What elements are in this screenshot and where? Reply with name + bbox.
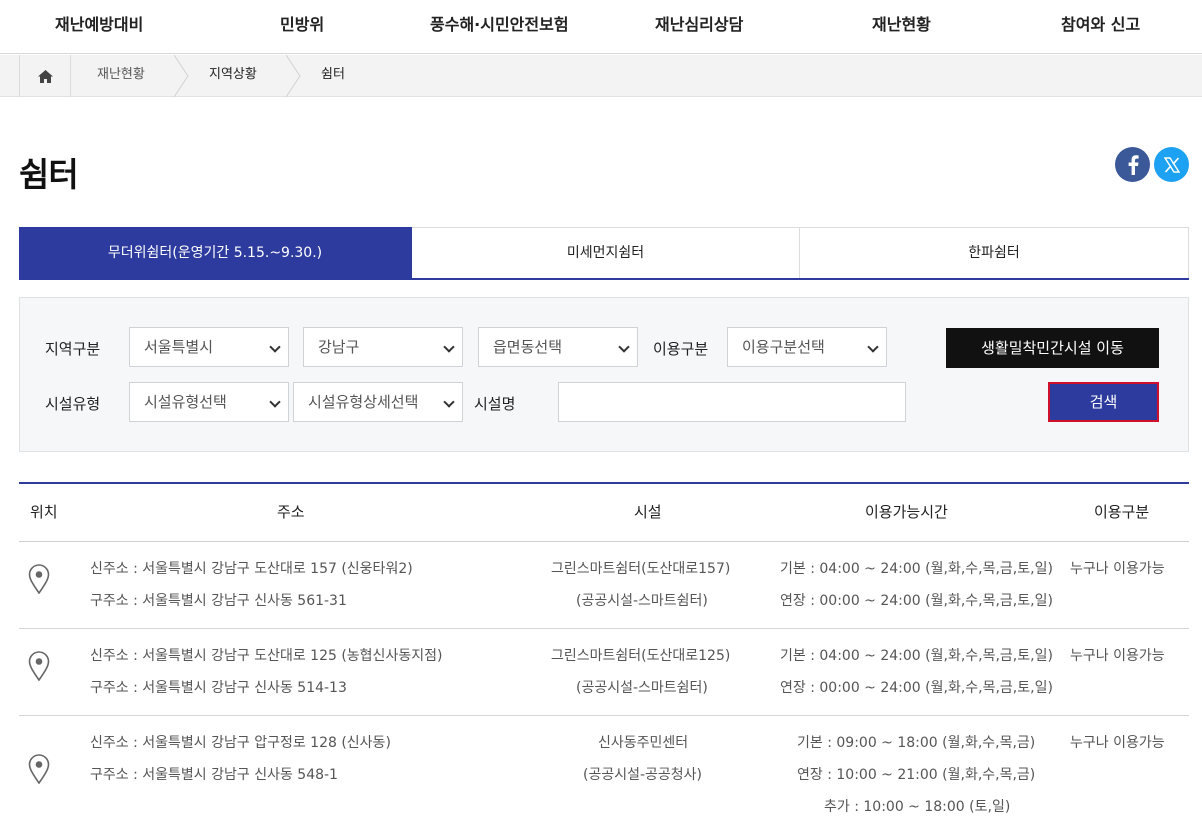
table-row: 신주소 : 서울특별시 강남구 도산대로 125 (농협신사동지점) 구주소 :…	[19, 629, 1189, 716]
chevron-down-icon	[269, 396, 281, 408]
chevron-down-icon	[269, 341, 281, 353]
old-address: 구주소 : 서울특별시 강남구 신사동 548-1	[90, 767, 338, 783]
home-icon	[37, 69, 53, 83]
hours-line: 기본 : 04:00 ~ 24:00 (월,화,수,목,금,토,일)	[780, 561, 1053, 577]
facility-type: (공공시설-스마트쉼터)	[576, 593, 708, 609]
header-hours: 이용가능시간	[865, 503, 948, 521]
chevron-right-icon	[285, 55, 301, 97]
breadcrumb-item-disaster-status[interactable]: 재난현황	[97, 55, 145, 97]
hours-line: 추가 : 10:00 ~ 18:00 (토,일)	[824, 799, 1011, 815]
nav-disaster-counseling[interactable]: 재난심리상담	[655, 0, 743, 54]
facility-type: (공공시설-공공청사)	[583, 767, 703, 783]
private-facility-button[interactable]: 생활밀착민간시설 이동	[946, 328, 1159, 368]
dong-select[interactable]: 읍면동선택	[478, 327, 638, 367]
chevron-down-icon	[443, 396, 455, 408]
breadcrumb: 재난현황 지역상황 쉼터	[0, 55, 1202, 97]
nav-participation-report[interactable]: 참여와 신고	[1061, 0, 1140, 54]
chevron-down-icon	[618, 341, 630, 353]
x-icon	[1163, 156, 1180, 173]
usage-type: 누구나 이용가능	[1070, 735, 1165, 751]
usage-type: 누구나 이용가능	[1070, 561, 1165, 577]
old-address: 구주소 : 서울특별시 강남구 신사동 561-31	[90, 593, 347, 609]
usage-type: 누구나 이용가능	[1070, 648, 1165, 664]
sigungu-select-value: 강남구	[318, 338, 360, 356]
chevron-down-icon	[443, 341, 455, 353]
chevron-right-icon	[173, 55, 189, 97]
nav-disaster-status[interactable]: 재난현황	[872, 0, 931, 54]
sido-select[interactable]: 서울특별시	[129, 327, 289, 367]
facility-type-label: 시설유형	[45, 395, 101, 413]
hours-line: 연장 : 10:00 ~ 21:00 (월,화,수,목,금)	[797, 767, 1036, 783]
facility-name: 그린스마트쉼터(도산대로125)	[551, 648, 731, 664]
header-address: 주소	[277, 503, 305, 521]
facility-name: 그린스마트쉼터(도산대로157)	[551, 561, 731, 577]
hours-line: 연장 : 00:00 ~ 24:00 (월,화,수,목,금,토,일)	[780, 593, 1053, 609]
breadcrumb-home[interactable]	[19, 55, 71, 97]
facility-name: 신사동주민센터	[598, 735, 689, 751]
page-title: 쉼터	[19, 155, 79, 194]
usage-select[interactable]: 이용구분선택	[727, 327, 887, 367]
search-button[interactable]: 검색	[1048, 382, 1159, 422]
top-navigation: 재난예방대비 민방위 풍수해·시민안전보험 재난심리상담 재난현황 참여와 신고	[0, 0, 1202, 54]
sido-select-value: 서울특별시	[144, 338, 214, 356]
location-pin-icon[interactable]	[27, 651, 51, 681]
facility-name-input[interactable]	[558, 382, 906, 422]
hours-line: 기본 : 04:00 ~ 24:00 (월,화,수,목,금,토,일)	[780, 648, 1053, 664]
new-address: 신주소 : 서울특별시 강남구 압구정로 128 (신사동)	[90, 735, 391, 751]
sigungu-select[interactable]: 강남구	[303, 327, 463, 367]
tabs-underline	[19, 278, 1189, 280]
x-share-button[interactable]	[1154, 147, 1189, 182]
nav-storm-flood-insurance[interactable]: 풍수해·시민안전보험	[430, 0, 569, 54]
facility-type: (공공시설-스마트쉼터)	[576, 680, 708, 696]
breadcrumb-item-regional-status[interactable]: 지역상황	[209, 55, 257, 97]
tab-fine-dust-shelter[interactable]: 미세먼지쉼터	[412, 227, 800, 280]
breadcrumb-item-shelter[interactable]: 쉼터	[321, 55, 345, 97]
table-row: 신주소 : 서울특별시 강남구 압구정로 128 (신사동) 구주소 : 서울특…	[19, 716, 1189, 824]
facility-name-label: 시설명	[474, 395, 516, 413]
tab-heatwave-shelter[interactable]: 무더위쉼터(운영기간 5.15.~9.30.)	[19, 227, 412, 280]
header-facility: 시설	[634, 503, 662, 521]
shelter-type-tabs: 무더위쉼터(운영기간 5.15.~9.30.) 미세먼지쉼터 한파쉼터	[19, 227, 1189, 280]
hours-line: 기본 : 09:00 ~ 18:00 (월,화,수,목,금)	[797, 735, 1036, 751]
table-top-border	[19, 482, 1189, 484]
region-label: 지역구분	[45, 340, 101, 358]
hours-line: 연장 : 00:00 ~ 24:00 (월,화,수,목,금,토,일)	[780, 680, 1053, 696]
tab-cold-wave-shelter[interactable]: 한파쉼터	[800, 227, 1189, 280]
location-pin-icon[interactable]	[27, 754, 51, 784]
location-pin-icon[interactable]	[27, 564, 51, 594]
facility-type-select-value: 시설유형선택	[144, 393, 227, 411]
usage-label: 이용구분	[653, 340, 709, 358]
facility-type-detail-select[interactable]: 시설유형상세선택	[293, 382, 463, 422]
new-address: 신주소 : 서울특별시 강남구 도산대로 157 (신웅타워2)	[90, 561, 413, 577]
dong-select-value: 읍면동선택	[493, 338, 563, 356]
nav-disaster-prevention[interactable]: 재난예방대비	[55, 0, 143, 54]
facility-type-detail-select-value: 시설유형상세선택	[308, 393, 419, 411]
header-usage: 이용구분	[1094, 503, 1150, 521]
facebook-share-button[interactable]	[1115, 147, 1150, 182]
nav-civil-defense[interactable]: 민방위	[280, 0, 324, 54]
facebook-icon	[1128, 154, 1139, 175]
old-address: 구주소 : 서울특별시 강남구 신사동 514-13	[90, 680, 347, 696]
header-location: 위치	[30, 503, 58, 521]
new-address: 신주소 : 서울특별시 강남구 도산대로 125 (농협신사동지점)	[90, 648, 443, 664]
usage-select-value: 이용구분선택	[742, 338, 825, 356]
search-filter-panel: 지역구분 서울특별시 강남구 읍면동선택 이용구분 이용구분선택 생활밀착민간시…	[19, 297, 1189, 452]
chevron-down-icon	[867, 341, 879, 353]
table-row: 신주소 : 서울특별시 강남구 도산대로 157 (신웅타워2) 구주소 : 서…	[19, 542, 1189, 629]
facility-type-select[interactable]: 시설유형선택	[129, 382, 289, 422]
